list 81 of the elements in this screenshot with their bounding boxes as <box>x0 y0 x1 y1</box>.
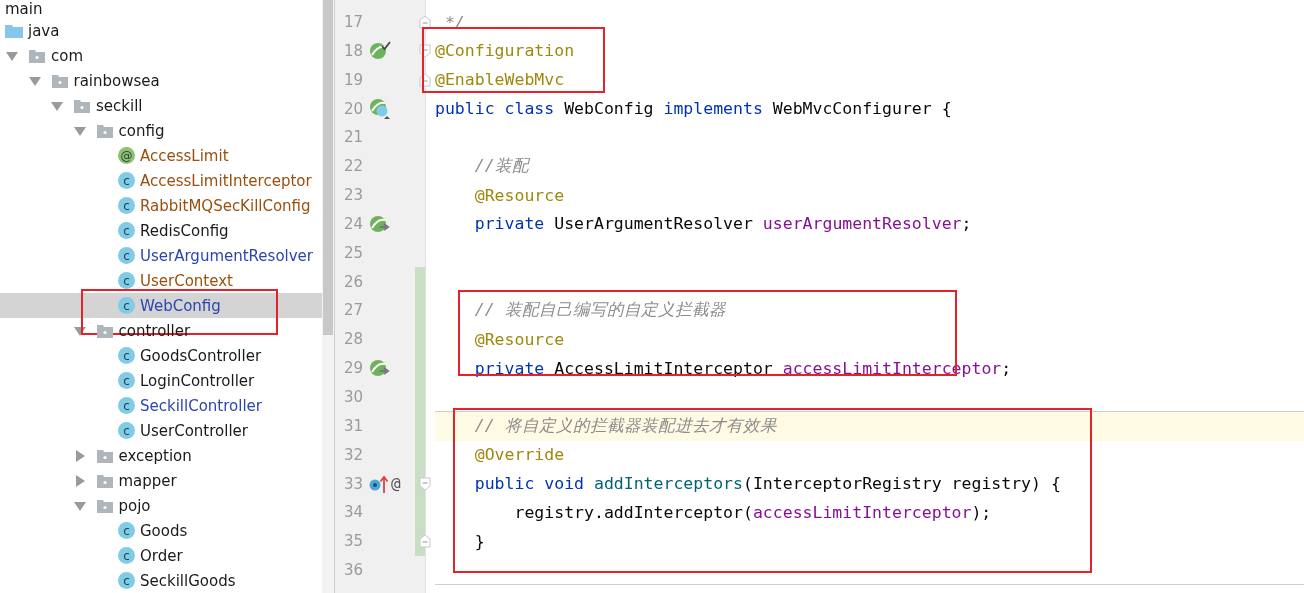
tree-item[interactable]: config <box>118 120 165 141</box>
class-icon: c <box>118 547 135 564</box>
class-icon: c <box>118 372 135 389</box>
line-number: 29 <box>342 359 363 378</box>
code-line: public class WebConfig implements WebMvcConfigurer { <box>435 99 952 119</box>
tree-item[interactable]: AccessLimit <box>140 145 229 166</box>
class-icon: c <box>118 172 135 189</box>
class-icon: c <box>118 197 135 214</box>
code-line: @Configuration <box>435 41 575 61</box>
override-icon[interactable] <box>369 473 389 494</box>
line-number: 32 <box>342 445 363 464</box>
line-number: 19 <box>342 70 363 89</box>
class-icon: c <box>118 247 135 264</box>
tree-item[interactable]: SeckillController <box>140 395 262 416</box>
line-number: 17 <box>342 13 363 31</box>
bean-arrow-icon[interactable] <box>369 358 391 379</box>
line-number: 30 <box>342 388 363 406</box>
change-marker[interactable] <box>415 267 425 297</box>
line-number: 22 <box>342 157 363 176</box>
tree-item[interactable]: RabbitMQSecKillConfig <box>140 195 311 216</box>
tree-item[interactable]: RedisConfig <box>140 220 229 241</box>
tree-item[interactable]: rainbowsea <box>73 70 160 91</box>
class-icon: c <box>118 347 135 364</box>
line-number: 25 <box>342 243 363 262</box>
bean-class-icon[interactable] <box>369 97 391 120</box>
code-line: //装配 <box>473 155 529 178</box>
line-number: 33 <box>342 474 363 493</box>
bean-check-icon[interactable] <box>369 40 391 61</box>
code-line: } <box>473 531 485 551</box>
line-number: 18 <box>342 41 363 60</box>
class-icon: c <box>118 297 135 314</box>
tree-item[interactable]: mapper <box>118 470 177 491</box>
line-number: 21 <box>342 128 363 147</box>
line-number: 23 <box>342 186 363 205</box>
code-line: public void addInterceptors(InterceptorRegistry registry) { <box>473 474 1061 493</box>
fold-icon[interactable] <box>419 72 431 87</box>
tree-item[interactable]: GoodsController <box>140 345 262 366</box>
tree-item[interactable]: pojo <box>118 495 151 516</box>
class-icon: c <box>118 572 135 589</box>
code-line: @Override <box>473 445 565 465</box>
tree-item[interactable]: UserContext <box>140 270 233 291</box>
tree-item[interactable]: AccessLimitInterceptor <box>140 170 312 191</box>
code-line: @Resource <box>473 329 565 349</box>
line-number: 26 <box>342 272 363 291</box>
tree-item[interactable]: Goods <box>140 520 188 541</box>
line-number: 34 <box>342 503 363 522</box>
tree-item[interactable]: com <box>51 45 84 66</box>
code-line: @EnableWebMvc <box>435 70 565 90</box>
scrollbar[interactable] <box>322 0 334 593</box>
class-icon: c <box>118 222 135 239</box>
tree-item[interactable]: SeckillGoods <box>140 570 236 591</box>
tree-item[interactable]: LoginController <box>140 370 255 391</box>
gutter-marker[interactable]: @ <box>391 474 401 493</box>
tree-item[interactable]: WebConfig <box>140 295 221 316</box>
line-number: 31 <box>342 416 363 435</box>
line-number: 27 <box>342 301 363 320</box>
line-number: 28 <box>342 330 363 349</box>
annotation-icon: @ <box>118 147 135 164</box>
line-number: 36 <box>342 561 363 580</box>
code-line: // 装配自己编写的自定义拦截器 <box>473 299 726 322</box>
tree-item[interactable]: java <box>28 20 60 41</box>
tree-item[interactable]: main <box>5 0 43 19</box>
tree-item[interactable]: UserArgumentResolver <box>140 245 314 266</box>
class-icon: c <box>118 272 135 289</box>
class-icon: c <box>118 422 135 439</box>
fold-icon[interactable] <box>419 15 431 29</box>
tree-item[interactable]: seckill <box>96 95 143 116</box>
code-line: @Resource <box>473 185 565 205</box>
line-number: 35 <box>342 532 363 551</box>
code-line: registry.addInterceptor(accessLimitInterceptor); <box>513 502 992 522</box>
line-number: 20 <box>342 99 363 118</box>
line-number: 24 <box>342 214 363 233</box>
tree-item[interactable]: UserController <box>140 420 248 441</box>
tree-item[interactable]: Order <box>140 545 183 566</box>
class-icon: c <box>118 397 135 414</box>
code-line: // 将自定义的拦截器装配进去才有效果 <box>473 415 777 438</box>
bean-arrow-icon[interactable] <box>369 213 391 234</box>
fold-icon[interactable] <box>419 43 431 58</box>
code-line: private UserArgumentResolver userArgumentResolver; <box>473 214 972 234</box>
tree-item[interactable]: exception <box>118 445 192 466</box>
class-icon: c <box>118 522 135 539</box>
